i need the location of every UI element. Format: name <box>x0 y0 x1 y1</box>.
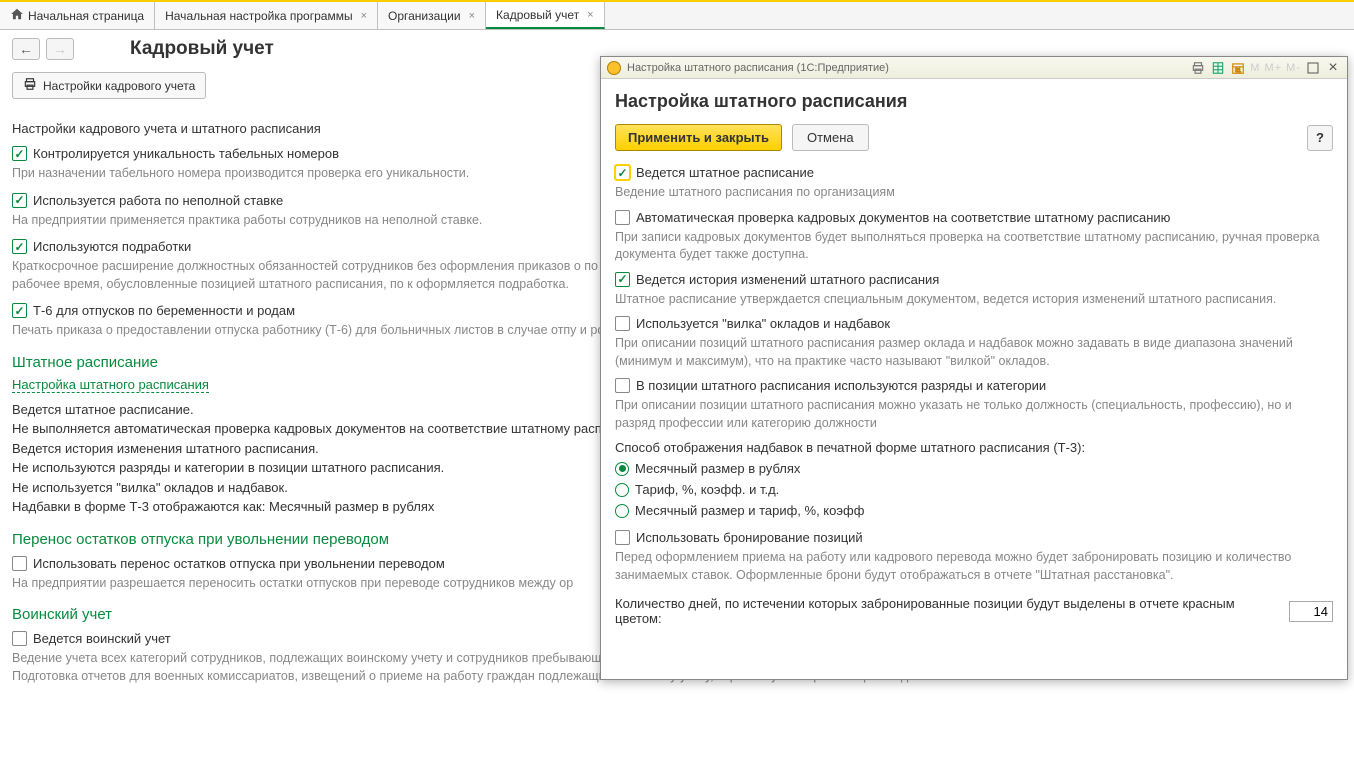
desc-text: Штатное расписание утверждается специаль… <box>615 291 1333 309</box>
cb-label: Контролируется уникальность табельных но… <box>33 146 339 161</box>
cb-label: Автоматическая проверка кадровых докумен… <box>636 210 1170 225</box>
tab-label: Начальная настройка программы <box>165 9 352 23</box>
days-input[interactable] <box>1289 601 1333 622</box>
printer-icon <box>23 77 37 94</box>
dialog-staff-settings: Настройка штатного расписания (1С:Предпр… <box>600 56 1348 680</box>
cb-keep-staff[interactable] <box>615 165 630 180</box>
desc-text: Перед оформлением приема на работу или к… <box>615 549 1333 584</box>
close-icon[interactable]: × <box>469 10 475 22</box>
hr-settings-button[interactable]: Настройки кадрового учета <box>12 72 206 99</box>
cb-label: Используется "вилка" окладов и надбавок <box>636 316 890 331</box>
minimize-icon[interactable] <box>1305 60 1321 76</box>
cb-label: Т-6 для отпусков по беременности и родам <box>33 303 295 318</box>
nav-forward[interactable]: → <box>46 38 74 60</box>
print-icon[interactable] <box>1190 60 1206 76</box>
cb-label: Используются подработки <box>33 239 191 254</box>
app-icon <box>607 61 621 75</box>
disabled-icons: M M+ M- <box>1250 62 1301 74</box>
dialog-heading: Настройка штатного расписания <box>615 91 1333 112</box>
cancel-button[interactable]: Отмена <box>792 124 869 151</box>
cb-label: Ведется штатное расписание <box>636 165 814 180</box>
cb-label: Использовать бронирование позиций <box>636 530 863 545</box>
cb-unique-numbers[interactable] <box>12 146 27 161</box>
cb-label: Ведется воинский учет <box>33 631 171 646</box>
cb-label: Ведется история изменений штатного распи… <box>636 272 939 287</box>
tabs-bar: Начальная страница Начальная настройка п… <box>0 2 1354 30</box>
radio-label: Месячный размер и тариф, %, коэфф <box>635 503 864 518</box>
close-icon[interactable]: × <box>587 9 593 21</box>
close-icon[interactable]: × <box>1325 60 1341 76</box>
cb-ranks[interactable] <box>615 378 630 393</box>
button-label: Настройки кадрового учета <box>43 79 195 93</box>
cb-t6[interactable] <box>12 303 27 318</box>
home-icon <box>10 7 24 24</box>
radio-both[interactable] <box>615 504 629 518</box>
days-label: Количество дней, по истечении которых за… <box>615 596 1281 626</box>
svg-text:31: 31 <box>1235 68 1241 74</box>
cb-label: Использовать перенос остатков отпуска пр… <box>33 556 445 571</box>
desc-text: При описании позиции штатного расписания… <box>615 397 1333 432</box>
tab-home[interactable]: Начальная страница <box>0 2 155 29</box>
cb-parttime[interactable] <box>12 193 27 208</box>
help-button[interactable]: ? <box>1307 125 1333 151</box>
desc-text: При описании позиций штатного расписания… <box>615 335 1333 370</box>
tab-label: Начальная страница <box>28 9 144 23</box>
cb-sidejob[interactable] <box>12 239 27 254</box>
link-staff-settings[interactable]: Настройка штатного расписания <box>12 377 209 393</box>
cb-label: В позиции штатного расписания используют… <box>636 378 1046 393</box>
radio-group-label: Способ отображения надбавок в печатной ф… <box>615 440 1333 455</box>
cb-label: Используется работа по неполной ставке <box>33 193 283 208</box>
cb-fork[interactable] <box>615 316 630 331</box>
dialog-title: Настройка штатного расписания (1С:Предпр… <box>627 62 889 74</box>
cb-autocheck[interactable] <box>615 210 630 225</box>
radio-monthly-rub[interactable] <box>615 462 629 476</box>
radio-label: Месячный размер в рублях <box>635 461 800 476</box>
apply-close-button[interactable]: Применить и закрыть <box>615 124 782 151</box>
tab-label: Организации <box>388 9 461 23</box>
close-icon[interactable]: × <box>361 10 367 22</box>
desc-text: Ведение штатного расписания по организац… <box>615 184 1333 202</box>
desc-text: При записи кадровых документов будет вып… <box>615 229 1333 264</box>
tab-setup[interactable]: Начальная настройка программы × <box>155 2 378 29</box>
tab-label: Кадровый учет <box>496 8 579 22</box>
cb-booking[interactable] <box>615 530 630 545</box>
dialog-titlebar[interactable]: Настройка штатного расписания (1С:Предпр… <box>601 57 1347 79</box>
calendar-icon[interactable]: 31 <box>1230 60 1246 76</box>
page-title: Кадровый учет <box>130 38 274 60</box>
tab-hr[interactable]: Кадровый учет × <box>486 2 605 29</box>
cb-transfer[interactable] <box>12 556 27 571</box>
cb-history[interactable] <box>615 272 630 287</box>
tab-orgs[interactable]: Организации × <box>378 2 486 29</box>
calc-icon[interactable] <box>1210 60 1226 76</box>
radio-label: Тариф, %, коэфф. и т.д. <box>635 482 779 497</box>
radio-tariff[interactable] <box>615 483 629 497</box>
nav-back[interactable]: ← <box>12 38 40 60</box>
cb-military[interactable] <box>12 631 27 646</box>
